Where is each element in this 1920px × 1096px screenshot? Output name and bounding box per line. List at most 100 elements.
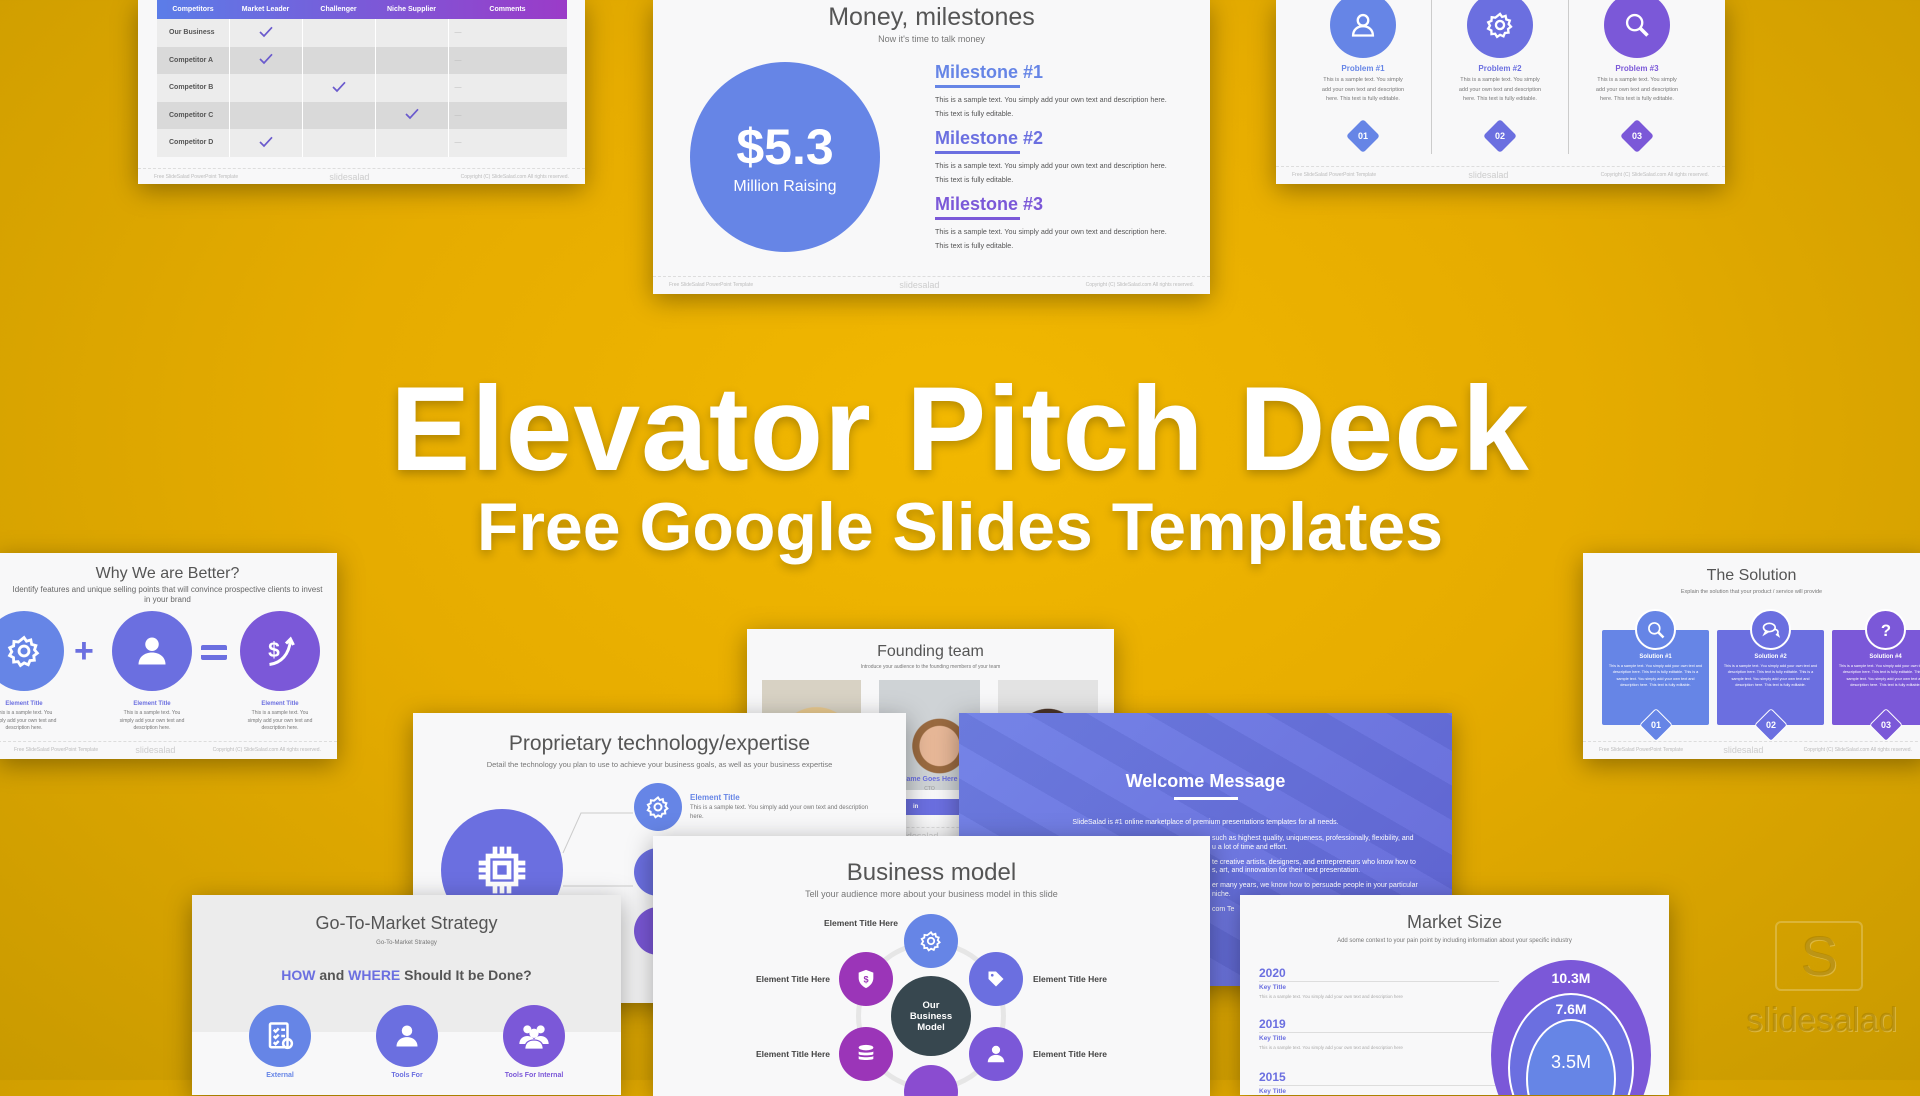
slide-subtitle: Add some context to your pain point by i… xyxy=(1337,938,1572,944)
gtm-label-2: Tools For xyxy=(391,1072,423,1079)
comment-cell: — xyxy=(454,139,462,147)
gtm-circle-3 xyxy=(503,1005,565,1067)
market-year: 2019 xyxy=(1259,1017,1286,1031)
slide-title: Founding team xyxy=(877,643,984,660)
linkedin-icon[interactable]: in xyxy=(913,804,918,810)
footer-right: Copyright (C) SlideSalad.com All rights … xyxy=(212,746,321,753)
user-icon xyxy=(134,633,170,669)
why-item-text: This is a sample text. You simply add yo… xyxy=(0,710,57,731)
search-icon xyxy=(1646,620,1666,640)
slide-footer: Free SlideSalad PowerPoint Template slide… xyxy=(653,276,1210,292)
slide-footer: Free SlideSalad PowerPoint Template slide… xyxy=(0,741,337,757)
footer-left: Free SlideSalad PowerPoint Template xyxy=(1292,171,1377,178)
bm-gear-circle xyxy=(904,914,958,968)
slide-go-to-market: Go-To-Market Strategy Go-To-Market Strat… xyxy=(192,895,621,1095)
table-cell xyxy=(229,74,303,102)
search-icon xyxy=(1623,11,1651,39)
competitor-name: Competitor C xyxy=(157,101,230,129)
solution-icon-circle xyxy=(1635,609,1676,650)
comment-cell: — xyxy=(454,84,462,92)
slide-problems: Problem #1 This is a sample text. You sim… xyxy=(1276,0,1725,184)
comment-cell: — xyxy=(454,56,462,64)
problem-circle xyxy=(1330,0,1396,58)
comment-cell: — xyxy=(454,111,462,119)
table-cell xyxy=(302,101,376,129)
slide-footer: Free SlideSalad PowerPoint Template slide… xyxy=(138,168,585,184)
ring-label-outer: 10.3M xyxy=(1551,970,1591,986)
problem-number-badge: 01 xyxy=(1346,119,1380,153)
why-circle-3 xyxy=(240,611,320,691)
table-cell xyxy=(375,19,449,47)
milestone-list: Milestone #1 This is a sample text. You s… xyxy=(935,62,1175,260)
bm-user-circle xyxy=(969,1027,1023,1081)
slide-money-milestones: Money, milestones Now it's time to talk … xyxy=(653,0,1210,294)
tech-item-text: This is a sample text. You simply add yo… xyxy=(690,805,869,820)
welcome-line: u a lot of time and effort. xyxy=(1212,843,1288,851)
slide-title: Go-To-Market Strategy xyxy=(315,913,498,933)
user-icon xyxy=(1349,11,1377,39)
solution-number: 03 xyxy=(1880,719,1892,730)
shield-dollar-icon xyxy=(855,968,877,990)
milestone-underline xyxy=(935,151,1020,154)
table-row: Competitor C — xyxy=(157,101,567,129)
gtm-circle-2 xyxy=(376,1005,438,1067)
chip-icon xyxy=(474,842,530,898)
slide-subtitle: Go-To-Market Strategy xyxy=(376,940,437,946)
competitor-table: Competitors Market Leader Challenger Nic… xyxy=(157,0,567,157)
problem-title: Problem #3 xyxy=(1615,64,1659,73)
market-text: This is a sample text. You simply add yo… xyxy=(1259,1045,1403,1050)
question-icon xyxy=(1876,620,1896,640)
footer-left: Free SlideSalad PowerPoint Template xyxy=(669,281,754,288)
problem-circle xyxy=(1467,0,1533,58)
element-label: Element Title Here xyxy=(755,1049,830,1059)
chat-icon xyxy=(1761,620,1781,640)
table-cell xyxy=(302,46,376,74)
check-icon xyxy=(404,106,420,122)
slide-title: Why We are Better? xyxy=(95,565,240,582)
user-icon xyxy=(393,1022,421,1050)
center-label: Our Business Model xyxy=(909,999,953,1033)
slide-subtitle: Now it's time to talk money xyxy=(878,34,985,44)
welcome-line: such as highest quality, uniqueness, pro… xyxy=(1212,835,1414,842)
comment-cell: — xyxy=(454,29,462,37)
milestone-underline xyxy=(935,217,1020,220)
raising-label: Million Raising xyxy=(733,178,837,195)
footer-right: Copyright (C) SlideSalad.com All rights … xyxy=(1803,746,1912,753)
check-icon xyxy=(258,24,274,40)
raising-amount: $5.3 xyxy=(736,119,834,175)
competitor-name: Competitor B xyxy=(157,74,230,102)
question-where: WHERE xyxy=(348,967,401,983)
center-circle: Our Business Model xyxy=(891,976,971,1056)
slide-solution: The Solution Explain the solution that y… xyxy=(1583,553,1920,759)
question-and: and xyxy=(315,967,349,983)
footer-right: Copyright (C) SlideSalad.com All rights … xyxy=(460,173,569,180)
gear-icon xyxy=(646,795,670,819)
slide-title: Proprietary technology/expertise xyxy=(508,732,811,755)
year-divider xyxy=(1259,1085,1499,1086)
raising-circle: $5.3 Million Raising xyxy=(690,62,880,252)
slide-title: The Solution xyxy=(1706,567,1797,584)
slide-subtitle: Tell your audience more about your busin… xyxy=(805,889,1058,899)
why-item-title: Element Title xyxy=(133,701,171,707)
logo-mark: S xyxy=(1775,921,1863,991)
slide-footer: Free SlideSalad PowerPoint Template slide… xyxy=(1583,741,1920,757)
header-market-leader: Market Leader xyxy=(241,6,290,13)
bm-coins-circle xyxy=(839,1027,893,1081)
checklist-icon xyxy=(265,1021,295,1051)
year-divider xyxy=(1259,981,1499,982)
check-icon xyxy=(258,51,274,67)
element-label: Element Title Here xyxy=(755,974,830,984)
milestone-underline xyxy=(935,85,1020,88)
tech-item-title: Element Title xyxy=(690,793,740,802)
main-title: Elevator Pitch Deck xyxy=(390,362,1530,496)
milestone: Milestone #3 This is a sample text. You s… xyxy=(935,194,1175,260)
question-how: HOW xyxy=(281,967,316,983)
problem-number: 01 xyxy=(1357,130,1369,141)
solution-number: 01 xyxy=(1650,719,1662,730)
equals-icon xyxy=(201,645,227,660)
user-icon xyxy=(985,1043,1007,1065)
market-key-title: Key Title xyxy=(1259,984,1286,991)
slide-subtitle: Explain the solution that your product /… xyxy=(1680,589,1823,595)
why-circle-2 xyxy=(112,611,192,691)
problem-title: Problem #2 xyxy=(1478,64,1522,73)
